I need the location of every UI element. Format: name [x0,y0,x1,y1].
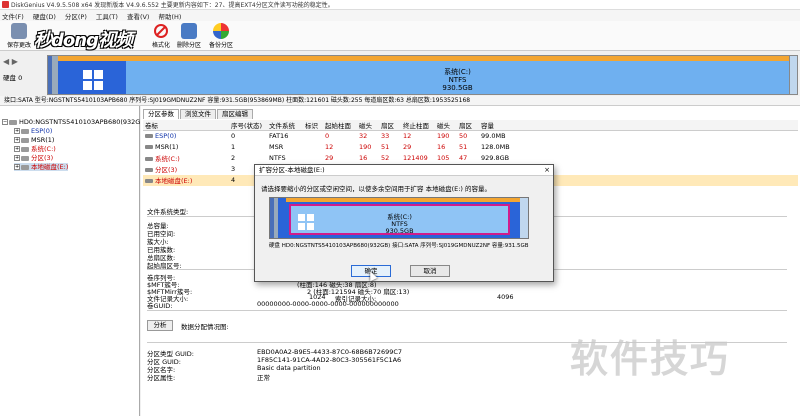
partition-icon [21,128,29,134]
disk-nav-arrows[interactable]: ◀ ▶ [3,57,43,66]
table-row[interactable]: ESP(0) 0 FAT16 0 32 33 12 190 50 99.0MB [143,131,798,142]
menu-view[interactable]: 查看(V) [127,11,150,21]
window-title: DiskGenius V4.9.5.508 x64 发现新版本 V4.9.6.5… [11,2,334,9]
partition-icon [145,157,153,161]
trash-icon [181,23,197,39]
system-segment[interactable] [58,56,126,94]
partition-icon [21,137,29,143]
part-attr-value: 正常 [257,374,270,382]
dialog-title-bar: 扩容分区-本地磁盘(E:) × [255,165,553,176]
video-logo: 秒dong视频 [34,30,133,51]
tab-sector-editor[interactable]: 扇区编辑 [217,109,253,119]
table-row[interactable]: 系统(C:) 2 NTFS 29 16 52 121409 105 47 929.8GB [143,153,798,164]
partition-strip: 系统(C:) NTFS 930.5GB [47,55,798,95]
expand-icon[interactable]: + [14,155,20,161]
diskgenius-window: DiskGenius V4.9.5.508 x64 发现新版本 V4.9.6.5… [0,0,800,416]
toolbar: 保存更改 秒dong视频 格式化 删除分区 备份分区 [0,21,800,51]
partition-size: 930.5GB [442,84,473,92]
analyze-label: 数据分配情况图: [181,323,229,331]
analyze-button[interactable]: 分析 [147,320,173,331]
partition-icon [145,168,153,172]
tab-partition-params[interactable]: 分区参数 [143,109,179,119]
tab-browse-files[interactable]: 浏览文件 [180,109,216,119]
backup-icon [213,23,229,39]
expand-icon[interactable]: + [14,164,20,170]
delete-partition-button[interactable]: 删除分区 [172,23,206,51]
table-header: 卷标 序号(状态) 文件系统 标识 起始柱面 磁头 扇区 终止柱面 磁头 扇区 … [143,120,798,131]
save-button[interactable]: 保存更改 [2,23,36,51]
small-segment[interactable] [278,198,286,238]
part-attr-label: 分区属性: [147,374,176,382]
title-bar: DiskGenius V4.9.5.508 x64 发现新版本 V4.9.6.5… [0,0,800,10]
menu-file[interactable]: 文件(F) [2,11,24,21]
expand-icon[interactable]: + [14,128,20,134]
cancel-button[interactable]: 取消 [410,265,450,277]
part-guid-value: 1F85C141-91CA-4AD2-80C3-305561F5C1A6 [257,356,402,364]
disk-tree: − HD0:NGSTNTS5410103APB680(932GB) + ESP(0)… [0,106,147,416]
tail-segment[interactable] [520,198,528,238]
dialog-partition-strip: 系统(C:) NTFS 930.5GB [269,197,529,239]
app-icon [2,1,9,8]
menu-partition[interactable]: 分区(P) [65,11,87,21]
tree-item-system[interactable]: + 系统(C:) [14,145,56,153]
tree-item-esp[interactable]: + ESP(0) [14,127,52,135]
system-segment[interactable]: 系统(C:) NTFS 930.5GB [286,198,520,238]
dialog-disk-info: 硬盘 HD0:NGSTNTS5410103APB680(932GB) 接口:SA… [269,243,529,249]
disk-icon [9,119,17,125]
partition-icon [145,134,153,139]
close-icon[interactable]: × [544,165,550,176]
save-icon [11,23,27,39]
dialog-partition-size: 930.5GB [385,227,414,235]
type-guid-value: EBD0A0A2-B9E5-4433-87C0-68B6B72699C7 [257,348,403,356]
disk-label: 硬盘 0 [3,74,23,82]
part-name-value: Basic data partition [257,364,321,372]
dialog-title: 扩容分区-本地磁盘(E:) [259,166,325,174]
tree-disk[interactable]: − HD0:NGSTNTS5410103APB680(932GB) [2,118,147,126]
partition-icon [145,179,153,183]
index-size-value: 4096 [497,293,514,301]
selected-partition-segment[interactable]: 系统(C:) NTFS 930.5GB [289,204,510,235]
partition-icon [145,145,153,149]
windows-icon [83,70,103,90]
menu-disk[interactable]: 硬盘(D) [33,11,56,21]
menu-bar: 文件(F) 硬盘(D) 分区(P) 工具(T) 查看(V) 帮助(H) [0,10,800,21]
menu-tools[interactable]: 工具(T) [96,11,118,21]
fs-type-label: 文件系统类型: [147,208,189,216]
disk-nav: ◀ ▶ 硬盘 0 [3,57,43,91]
expand-partition-dialog: 扩容分区-本地磁盘(E:) × 请选择要缩小的分区或空闲空间，以使多余空间用于扩… [254,164,554,282]
backup-partition-button[interactable]: 备份分区 [204,23,238,51]
disk-map-bar: ◀ ▶ 硬盘 0 系统(C:) NTFS 930.5GB [0,51,800,96]
volume-guid-label: 卷GUID: [147,302,173,310]
tree-item-msr[interactable]: + MSR(1) [14,136,54,144]
partition-icon [21,155,29,161]
divider [147,310,787,311]
tail-segment[interactable] [789,56,797,94]
partition-icon [21,164,29,170]
tree-item-local-e[interactable]: + 本地磁盘(E:) [14,163,69,171]
system-partition-segment[interactable]: 系统(C:) NTFS 930.5GB [126,56,789,94]
dialog-prompt: 请选择要缩小的分区或空闲空间，以使多余空间用于扩容 本地磁盘(E:) 的容量。 [261,185,492,193]
tree-item-partition3[interactable]: + 分区(3) [14,154,53,162]
expand-icon[interactable]: + [14,137,20,143]
format-icon [153,23,169,39]
partition-fs: NTFS [448,76,467,84]
table-row[interactable]: MSR(1) 1 MSR 12 190 51 29 16 51 128.0MB [143,142,798,153]
expand-icon[interactable]: + [14,146,20,152]
collapse-icon[interactable]: − [2,119,8,125]
watermark: 软件技巧 [570,337,731,381]
partition-name: 系统(C:) [444,68,471,76]
panel-tabs: 分区参数 浏览文件 扇区编辑 [143,109,254,119]
partition-icon [21,146,29,152]
menu-help[interactable]: 帮助(H) [158,11,181,21]
volume-guid-value: 00000000-0000-0000-0000-000000000000 [257,300,399,308]
disk-info-line: 接口:SATA 型号:NGSTNTS5410103APB680 序列号:SJ01… [0,96,800,106]
